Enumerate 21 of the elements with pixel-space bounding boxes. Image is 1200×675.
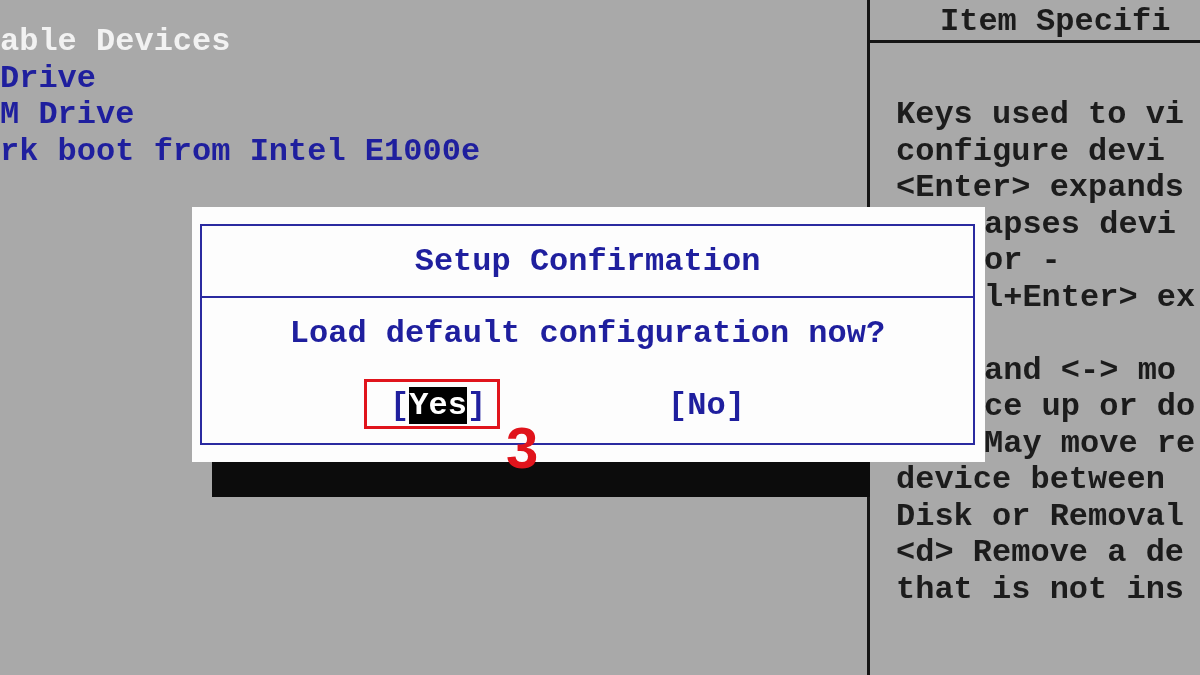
help-text: ce up or do: [984, 389, 1197, 426]
help-text: <Enter> expands: [896, 170, 1186, 207]
help-text: or -: [984, 243, 1062, 280]
option-button[interactable]: [No]: [668, 388, 745, 424]
help-text: configure devi: [896, 133, 1166, 170]
help-text: that is not ins: [896, 571, 1186, 608]
boot-device-item[interactable]: rk boot from Intel E1000e: [0, 133, 867, 170]
help-text: device between: [896, 462, 1166, 499]
help-text: and <-> mo: [984, 352, 1178, 389]
help-text: Keys used to vi: [896, 97, 1186, 134]
boot-device-item[interactable]: M Drive: [0, 97, 867, 134]
section-heading: able Devices: [0, 24, 232, 61]
dialog-title: Setup Confirmation: [202, 226, 973, 298]
panel-title: Item Specifi: [940, 4, 1171, 40]
help-text: Disk or Removal: [896, 498, 1186, 535]
boot-device-item[interactable]: Drive: [0, 60, 867, 97]
help-text: May move re: [984, 425, 1197, 462]
help-text: l+Enter> ex: [984, 279, 1197, 316]
help-text: <d> Remove a de: [896, 535, 1186, 572]
help-text: apses devi: [984, 206, 1178, 243]
dialog-message: Load default configuration now?: [289, 314, 886, 352]
